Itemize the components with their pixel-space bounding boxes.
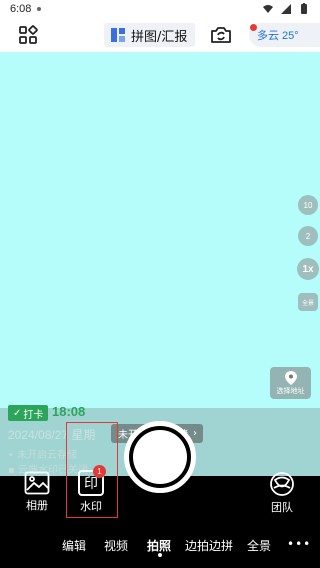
select-location-label: 选择地址 (276, 386, 305, 395)
location-pin-icon (284, 370, 297, 385)
mode-edit[interactable]: 编辑 (62, 537, 86, 554)
punch-badge: ✓ 打卡 (8, 405, 49, 421)
top-toolbar: 拼图/汇报 多云 25° (0, 18, 320, 52)
more-icon[interactable]: ••• (287, 537, 311, 551)
wifi-icon (263, 5, 273, 13)
active-mode-indicator (158, 553, 162, 557)
status-bar: 6:08 (0, 0, 320, 18)
watermark-count-badge: 1 (93, 465, 106, 478)
watermark-label: 水印 (80, 500, 102, 513)
notification-dot (37, 7, 42, 11)
album-label: 相册 (26, 499, 48, 512)
zoom-1x-button[interactable]: 1x (297, 258, 319, 280)
shutter-inner (133, 430, 187, 484)
mode-panorama[interactable]: 全景 (247, 537, 271, 554)
mode-video[interactable]: 视频 (104, 537, 128, 554)
mode-photo[interactable]: 拍照 (147, 537, 171, 554)
check-icon: ✓ (13, 407, 22, 419)
weather-button[interactable]: 多云 25° (249, 23, 320, 47)
status-icons (262, 3, 310, 15)
team-label: 团队 (271, 501, 293, 514)
zoom-2x-button[interactable]: 2 (298, 226, 318, 246)
chevron-right-icon: › (193, 428, 197, 439)
collage-report-button[interactable]: 拼图/汇报 (104, 23, 195, 47)
select-location-button[interactable]: 选择地址 (270, 367, 311, 399)
status-time: 6:08 (10, 3, 32, 15)
watermark-button[interactable]: 印 水印 1 (66, 422, 118, 518)
signal-icon (281, 4, 291, 14)
weather-alert-dot (250, 24, 257, 31)
flip-camera-icon[interactable] (210, 25, 232, 45)
watermark-time: 18:08 (52, 404, 86, 419)
punch-label: 打卡 (23, 409, 44, 421)
collage-report-label: 拼图/汇报 (131, 29, 188, 45)
battery-icon (301, 3, 307, 14)
team-icon (270, 472, 294, 496)
weather-label: 多云 25° (257, 30, 299, 42)
mode-stitch[interactable]: 边拍边拼 (185, 537, 233, 554)
apps-grid-icon[interactable] (18, 25, 38, 45)
album-button[interactable]: 相册 (24, 471, 50, 513)
shutter-button[interactable] (124, 421, 196, 493)
team-button[interactable]: 团队 (269, 471, 295, 515)
album-icon (24, 471, 50, 495)
zoom-10x-button[interactable]: 10 (298, 195, 318, 215)
panorama-toggle[interactable]: 全景 (298, 293, 318, 311)
collage-icon (111, 28, 125, 42)
camera-viewfinder[interactable] (0, 52, 320, 408)
